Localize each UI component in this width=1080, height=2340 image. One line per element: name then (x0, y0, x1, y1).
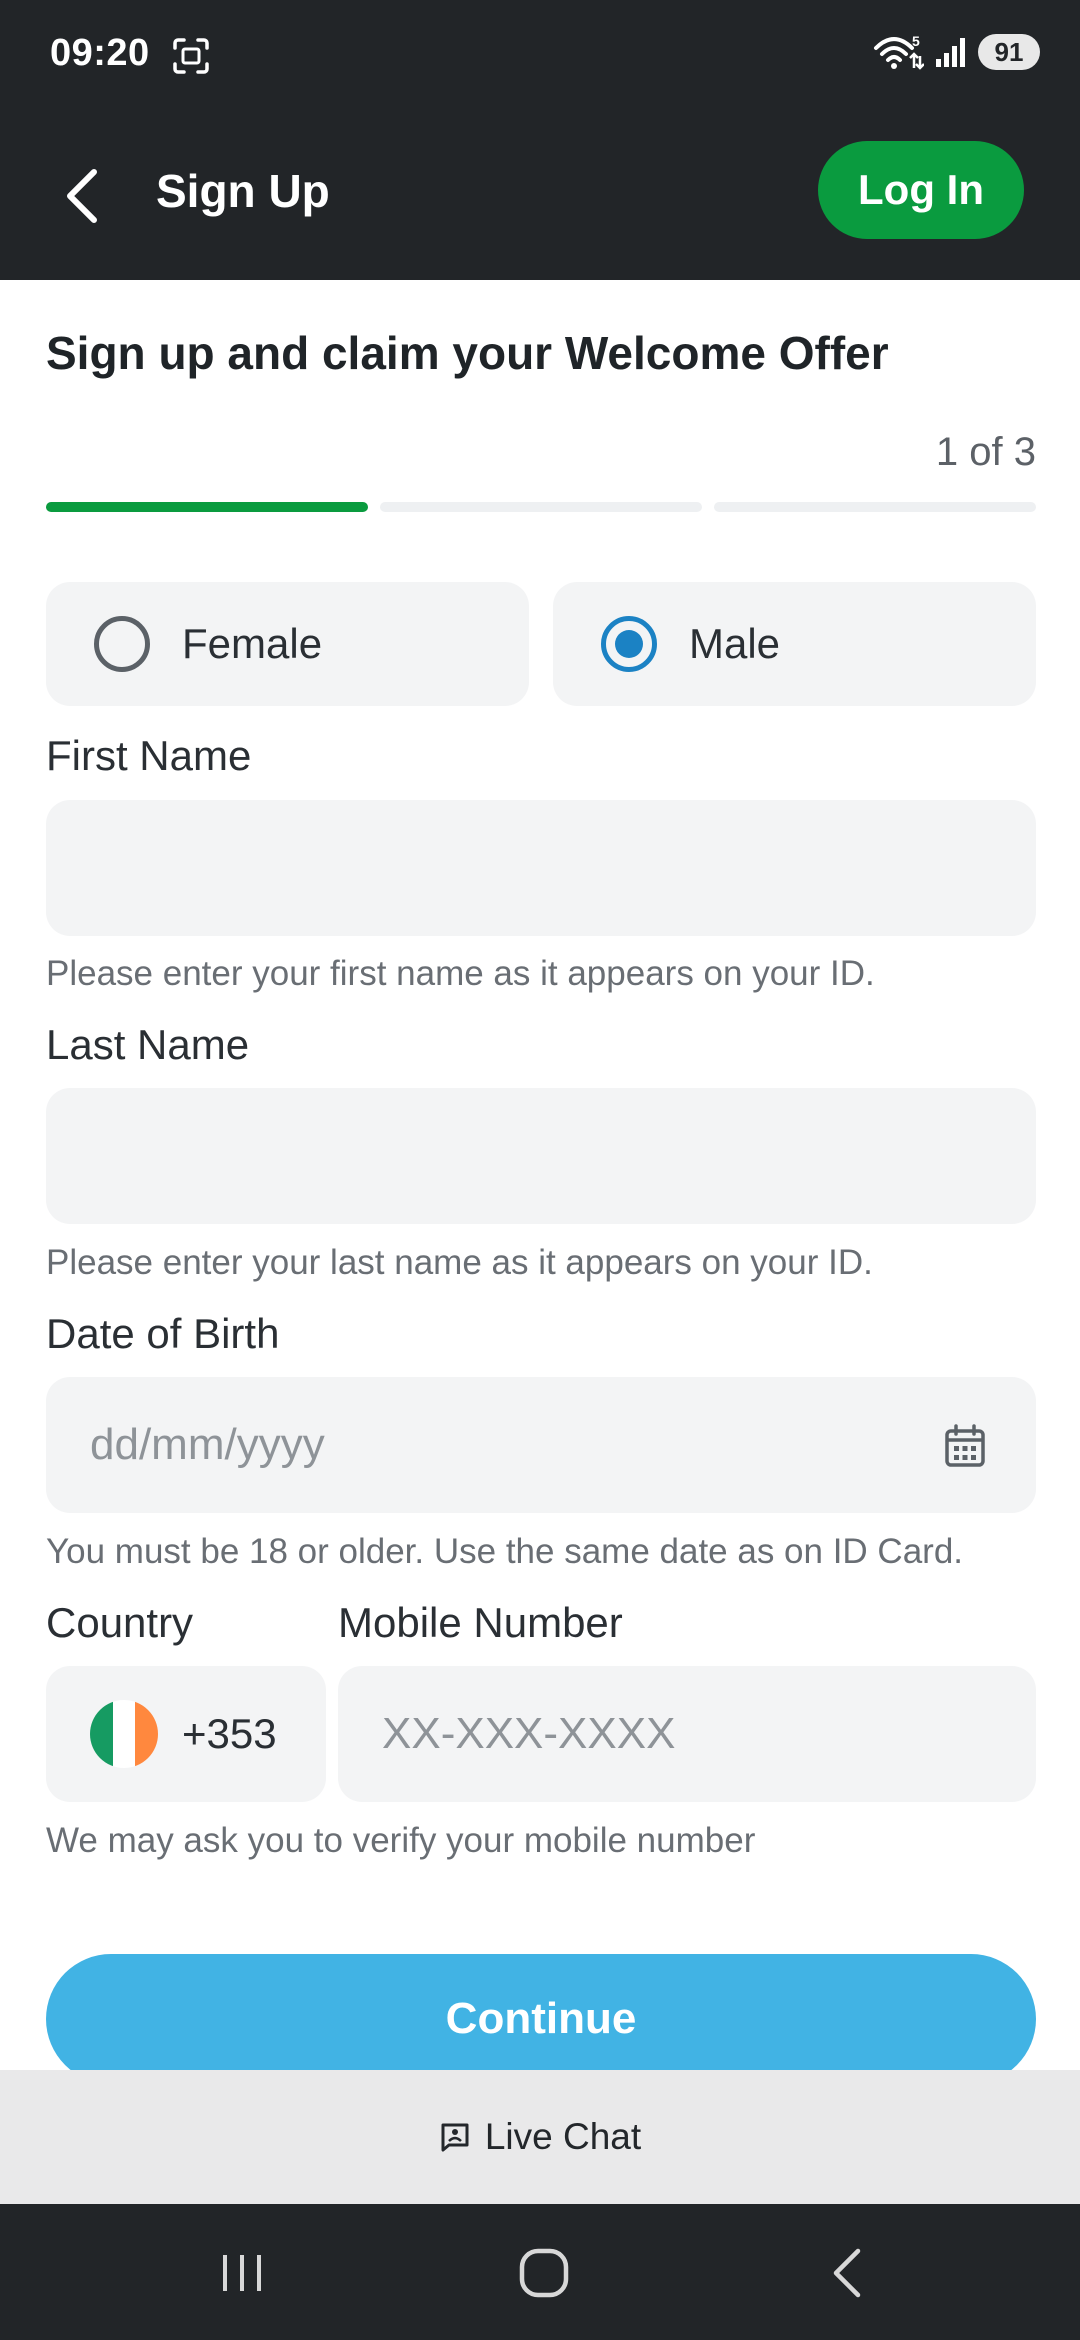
recent-apps-icon (223, 2255, 261, 2291)
last-name-input[interactable] (46, 1088, 1036, 1224)
home-button[interactable] (504, 2238, 584, 2308)
radio-checked-icon (601, 616, 657, 672)
login-button[interactable]: Log In (818, 141, 1024, 239)
radio-unchecked-icon (94, 616, 150, 672)
status-icons: 5 91 (872, 32, 1040, 72)
progress-segment-3 (714, 502, 1036, 512)
progress-segment-1 (46, 502, 368, 512)
system-nav-bar (0, 2204, 1080, 2340)
battery-icon: 91 (978, 34, 1040, 70)
screenshot-icon (173, 38, 209, 74)
home-icon (519, 2248, 569, 2298)
mobile-hint: We may ask you to verify your mobile num… (46, 1821, 756, 1860)
gender-selector: Female Male (46, 582, 1036, 706)
live-chat-label: Live Chat (484, 2116, 642, 2157)
first-name-input[interactable] (46, 800, 1036, 936)
recent-apps-button[interactable] (202, 2238, 282, 2308)
last-name-label: Last Name (46, 1021, 250, 1068)
calendar-icon[interactable] (944, 1424, 986, 1468)
first-name-hint: Please enter your first name as it appea… (46, 954, 875, 993)
mobile-label: Mobile Number (338, 1599, 623, 1646)
last-name-hint: Please enter your last name as it appear… (46, 1243, 873, 1282)
dob-input[interactable] (46, 1377, 1036, 1513)
dob-hint: You must be 18 or older. Use the same da… (46, 1532, 964, 1571)
chevron-left-icon (67, 169, 97, 223)
chat-icon (441, 2123, 469, 2152)
mobile-number-input[interactable] (338, 1666, 1036, 1802)
gender-option-male[interactable]: Male (553, 582, 1036, 706)
system-back-button[interactable] (806, 2238, 886, 2308)
app-header: Sign Up Log In (0, 112, 1080, 280)
status-time: 09:20 (50, 32, 150, 74)
step-counter: 1 of 3 (935, 430, 1036, 474)
live-chat-button[interactable]: Live Chat (0, 2070, 1080, 2204)
country-label: Country (46, 1599, 194, 1646)
gender-label-female: Female (182, 620, 323, 667)
form-heading: Sign up and claim your Welcome Offer (46, 327, 889, 379)
sign-up-screen: 09:20 5 91 Sign Up Log In Sign up and cl… (0, 0, 1080, 2340)
country-code-selector[interactable]: +353 (46, 1666, 326, 1802)
ireland-flag-icon (90, 1700, 158, 1768)
dob-label: Date of Birth (46, 1310, 280, 1357)
status-bar: 09:20 5 91 (0, 0, 1080, 112)
back-button[interactable] (52, 160, 112, 232)
wifi-icon: 5 (874, 33, 924, 70)
svg-text:5: 5 (912, 33, 920, 49)
step-progress (46, 502, 1036, 512)
gender-label-male: Male (689, 620, 781, 667)
gender-option-female[interactable]: Female (46, 582, 529, 706)
continue-button[interactable]: Continue (46, 1954, 1036, 2084)
dial-code: +353 (182, 1710, 277, 1757)
first-name-label: First Name (46, 732, 252, 779)
signal-icon (936, 38, 965, 67)
page-title: Sign Up (156, 165, 330, 217)
back-icon (833, 2248, 861, 2298)
progress-segment-2 (380, 502, 702, 512)
